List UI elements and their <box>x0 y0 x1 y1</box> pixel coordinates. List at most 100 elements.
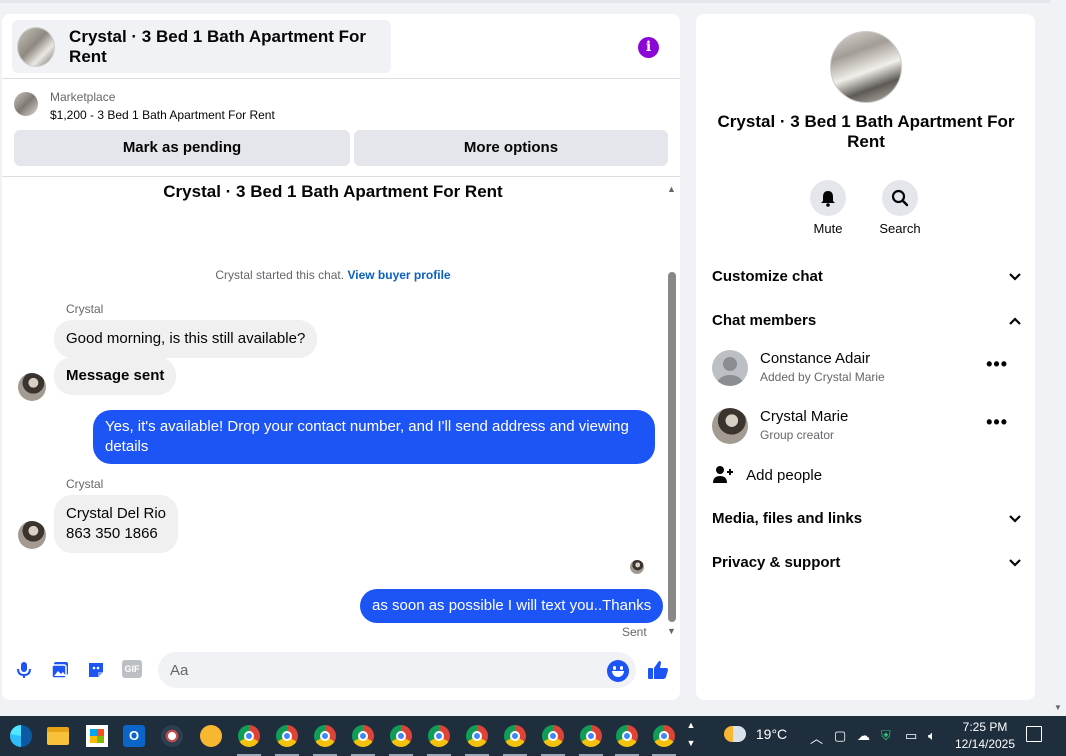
member-subtitle: Group creator <box>760 428 835 442</box>
search-button[interactable] <box>882 180 918 216</box>
chrome-icon[interactable] <box>428 725 450 747</box>
weather-widget[interactable]: 19°C <box>724 726 787 742</box>
scroll-down-arrow-icon[interactable]: ▼ <box>667 626 676 636</box>
show-hidden-icons-chevron-icon[interactable]: ︿ <box>810 728 823 747</box>
weather-app-icon[interactable] <box>200 725 222 747</box>
search-label: Search <box>879 221 921 236</box>
thumbs-up-icon[interactable] <box>647 659 669 681</box>
message-input[interactable] <box>158 652 636 688</box>
bell-icon <box>821 191 835 207</box>
outgoing-message[interactable]: Yes, it's available! Drop your contact n… <box>93 410 655 464</box>
member-row[interactable]: Crystal Marie Group creator ••• <box>712 406 1022 446</box>
chrome-icon[interactable] <box>580 725 602 747</box>
add-people-button[interactable]: Add people <box>712 464 822 484</box>
mark-as-pending-button[interactable]: Mark as pending <box>14 130 350 166</box>
store-icon[interactable] <box>86 725 108 747</box>
top-border <box>0 0 1050 3</box>
chrome-icon[interactable] <box>542 725 564 747</box>
customize-chat-section[interactable]: Customize chat <box>712 268 1022 285</box>
page-scrollbar[interactable]: ▼ <box>1050 0 1066 716</box>
chevron-up-icon <box>1009 317 1021 325</box>
listing-price-title: $1,200 - 3 Bed 1 Bath Apartment For Rent <box>50 108 275 122</box>
listing-summary[interactable]: Marketplace $1,200 - 3 Bed 1 Bath Apartm… <box>14 90 275 122</box>
conversation-title: Crystal · 3 Bed 1 Bath Apartment For Ren… <box>163 182 503 201</box>
chevron-down-icon[interactable]: ▼ <box>684 734 698 752</box>
media-files-links-section[interactable]: Media, files and links <box>712 510 1022 527</box>
message-status: Sent <box>622 625 647 639</box>
more-icon[interactable]: ••• <box>986 355 1008 373</box>
outgoing-message[interactable]: as soon as possible I will text you..Tha… <box>360 589 664 623</box>
more-icon[interactable]: ••• <box>986 413 1008 431</box>
message-line: Crystal Del Rio <box>66 505 167 522</box>
network-icon[interactable]: ▭ <box>905 728 917 744</box>
chrome-icon[interactable] <box>390 725 412 747</box>
emoji-icon[interactable] <box>607 660 629 682</box>
volume-icon[interactable]: 🔈︎ <box>928 728 936 744</box>
scrollbar-thumb[interactable] <box>668 272 676 622</box>
section-label: Customize chat <box>712 268 823 285</box>
member-subtitle: Added by Crystal Marie <box>760 370 885 384</box>
chrome-icon[interactable] <box>616 725 638 747</box>
temperature: 19°C <box>755 726 788 742</box>
add-people-label: Add people <box>746 467 823 484</box>
mute-label: Mute <box>813 221 843 236</box>
chevron-down-icon <box>1009 559 1021 567</box>
chrome-icon[interactable] <box>238 725 260 747</box>
default-avatar-icon <box>712 350 748 386</box>
chrome-icon[interactable] <box>653 725 675 747</box>
scroll-down-arrow-icon[interactable]: ▼ <box>1054 703 1062 712</box>
system-clock[interactable]: 7:25 PM 12/14/2025 <box>950 719 1020 753</box>
chevron-down-icon <box>1009 273 1021 281</box>
info-icon[interactable]: i <box>638 37 659 58</box>
mute-button[interactable] <box>810 180 846 216</box>
incoming-message[interactable]: Good morning, is this still available? <box>54 320 318 358</box>
chrome-icon[interactable] <box>504 725 526 747</box>
message-line: 863 350 1866 <box>66 525 158 542</box>
tray-app-icon[interactable]: ▢ <box>834 728 846 744</box>
more-options-button[interactable]: More options <box>354 130 668 166</box>
onedrive-icon[interactable]: ☁ <box>857 728 870 744</box>
gif-icon[interactable]: GIF <box>122 660 142 678</box>
chrome-icon[interactable] <box>276 725 298 747</box>
incoming-message[interactable]: Message sent <box>54 357 177 395</box>
listing-thumbnail <box>17 26 56 67</box>
chrome-icon[interactable] <box>314 725 336 747</box>
chrome-icon[interactable] <box>466 725 488 747</box>
member-name: Crystal Marie <box>760 408 849 425</box>
chevron-down-icon <box>1009 515 1021 523</box>
sticker-icon[interactable] <box>86 660 106 680</box>
privacy-support-section[interactable]: Privacy & support <box>712 554 1022 571</box>
sender-avatar[interactable] <box>18 521 46 549</box>
scroll-up-arrow-icon[interactable]: ▲ <box>667 184 676 194</box>
section-label: Privacy & support <box>712 554 841 571</box>
message-composer: GIF <box>2 650 680 690</box>
notifications-icon[interactable] <box>1026 726 1042 742</box>
file-explorer-icon[interactable] <box>47 727 69 745</box>
search-icon <box>891 189 909 207</box>
chat-members-section[interactable]: Chat members <box>712 312 1022 329</box>
clock-date: 12/14/2025 <box>954 737 1016 751</box>
divider <box>2 78 680 79</box>
chat-scrollbar[interactable]: ▲ ▼ <box>665 184 679 636</box>
microphone-icon[interactable] <box>14 660 34 680</box>
sender-avatar[interactable] <box>18 373 46 401</box>
clock-time: 7:25 PM <box>962 720 1008 734</box>
chat-started-notice: Crystal started this chat. View buyer pr… <box>2 268 664 282</box>
photo-icon[interactable] <box>50 660 70 680</box>
outlook-icon[interactable]: O <box>123 725 145 747</box>
chrome-icon[interactable] <box>352 725 374 747</box>
member-row[interactable]: Constance Adair Added by Crystal Marie •… <box>712 348 1022 388</box>
section-label: Chat members <box>712 312 817 329</box>
chevron-up-icon[interactable]: ▲ <box>684 716 698 734</box>
app-icon[interactable] <box>161 725 183 747</box>
security-shield-icon[interactable]: ⛨ <box>881 728 891 744</box>
taskbar-scroll[interactable]: ▲ ▼ <box>684 716 698 756</box>
chat-started-text: Crystal started this chat. <box>215 268 345 282</box>
chat-header[interactable]: Crystal · 3 Bed 1 Bath Apartment For Ren… <box>12 20 391 73</box>
add-person-icon <box>713 466 733 483</box>
listing-avatar <box>830 31 902 103</box>
incoming-message[interactable]: Crystal Del Rio 863 350 1866 <box>54 495 179 553</box>
sender-name: Crystal <box>66 477 104 491</box>
edge-icon[interactable] <box>10 725 32 747</box>
view-buyer-profile-link[interactable]: View buyer profile <box>347 268 450 282</box>
